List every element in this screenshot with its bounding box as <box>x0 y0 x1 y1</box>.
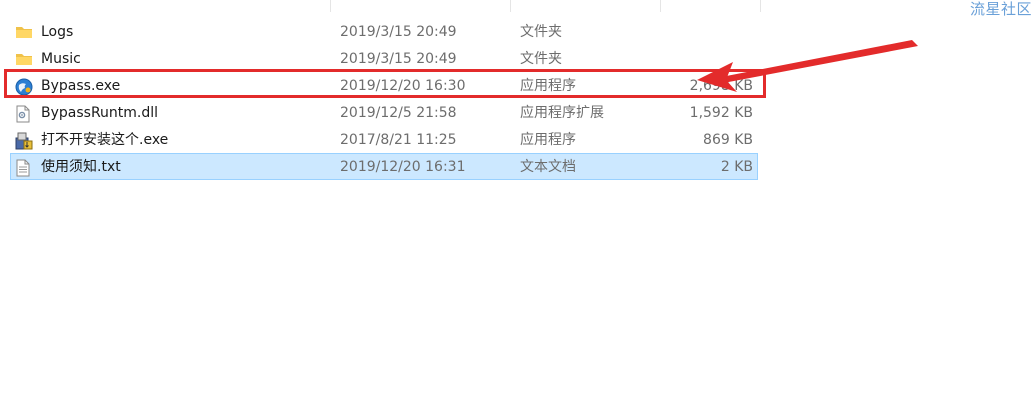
file-row-bypassruntm-dll[interactable]: BypassRuntm.dll 2019/12/5 21:58 应用程序扩展 1… <box>10 99 758 126</box>
file-type: 应用程序 <box>520 132 576 148</box>
file-type: 文件夹 <box>520 51 562 67</box>
file-date: 2017/8/21 11:25 <box>340 132 457 148</box>
text-file-icon <box>15 154 33 181</box>
column-separator <box>660 0 661 12</box>
file-type: 应用程序 <box>520 78 576 94</box>
watermark-text: 流星社区 <box>969 0 1032 18</box>
file-row-logs[interactable]: Logs 2019/3/15 20:49 文件夹 <box>10 18 758 45</box>
folder-icon <box>15 46 33 73</box>
file-size: 2,698 KB <box>689 78 753 94</box>
file-name: BypassRuntm.dll <box>41 105 159 121</box>
file-date: 2019/12/5 21:58 <box>340 105 457 121</box>
file-name: Music <box>41 51 81 67</box>
file-row-installer-exe[interactable]: 打不开安装这个.exe 2017/8/21 11:25 应用程序 869 KB <box>10 126 758 153</box>
folder-icon <box>15 19 33 46</box>
file-row-bypass-exe[interactable]: Bypass.exe 2019/12/20 16:30 应用程序 2,698 K… <box>10 72 758 99</box>
file-date: 2019/3/15 20:49 <box>340 24 457 40</box>
file-row-readme-txt[interactable]: 使用须知.txt 2019/12/20 16:31 文本文档 2 KB <box>10 153 758 180</box>
file-size: 1,592 KB <box>689 105 753 121</box>
file-name: Bypass.exe <box>41 78 121 94</box>
file-size: 869 KB <box>703 132 753 148</box>
app-globe-icon <box>15 73 33 100</box>
column-separator <box>760 0 761 12</box>
file-name: 打不开安装这个.exe <box>41 132 169 148</box>
file-date: 2019/3/15 20:49 <box>340 51 457 67</box>
file-list: Logs 2019/3/15 20:49 文件夹 Music 2019/3/15… <box>10 18 758 180</box>
file-name: Logs <box>41 24 74 40</box>
file-type: 应用程序扩展 <box>520 105 604 121</box>
file-date: 2019/12/20 16:30 <box>340 78 466 94</box>
column-separator <box>330 0 331 12</box>
file-size: 2 KB <box>720 159 753 175</box>
file-row-music[interactable]: Music 2019/3/15 20:49 文件夹 <box>10 45 758 72</box>
file-date: 2019/12/20 16:31 <box>340 159 466 175</box>
dll-file-icon <box>15 100 33 127</box>
file-name: 使用须知.txt <box>41 159 121 175</box>
installer-icon <box>15 127 33 154</box>
file-type: 文件夹 <box>520 24 562 40</box>
file-type: 文本文档 <box>520 159 576 175</box>
column-separator <box>510 0 511 12</box>
